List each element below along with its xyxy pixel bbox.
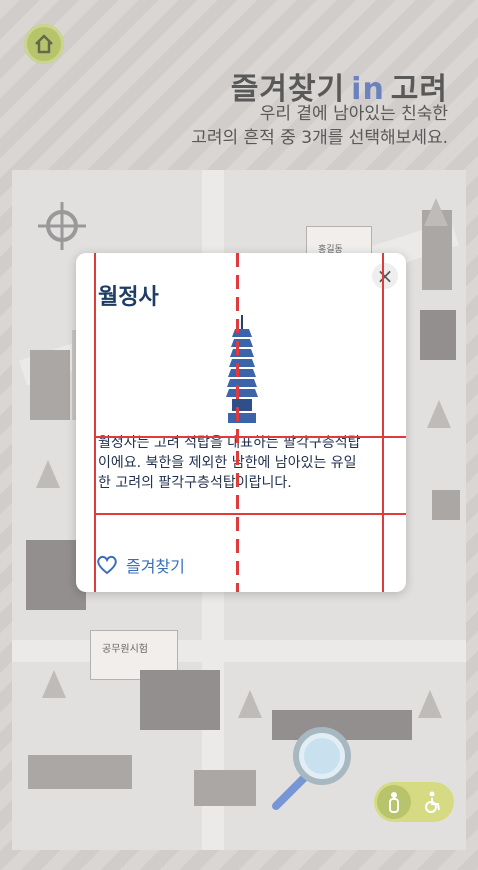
- guide-line-h1: [94, 436, 406, 438]
- favorite-label: 즐겨찾기: [126, 557, 185, 576]
- guide-line-left: [94, 253, 96, 592]
- app-screen: 즐겨찾기 in 고려 우리 곁에 남아있는 친숙한 고려의 흔적 중 3개를 선택해…: [0, 0, 478, 870]
- dialog-description: 월정사는 고려 석탑을 대표하는 팔각구층석탑이에요. 북한을 제외한 남한에 …: [98, 435, 361, 491]
- heart-icon: [97, 555, 117, 575]
- dialog-title: 월정사: [98, 285, 159, 310]
- close-icon: ×: [376, 264, 394, 288]
- pagoda-icon: [226, 315, 258, 423]
- favorite-button[interactable]: 즐겨찾기: [96, 553, 185, 577]
- close-button[interactable]: ×: [372, 263, 398, 289]
- guide-line-h2: [94, 513, 406, 515]
- heritage-detail-dialog: × 월정사 월정사는 고려 석탑을 대표하는 팔각구층석탑이에요. 북한을 제외…: [76, 253, 406, 592]
- guide-line-right: [382, 253, 384, 592]
- guide-line-center: [236, 253, 239, 592]
